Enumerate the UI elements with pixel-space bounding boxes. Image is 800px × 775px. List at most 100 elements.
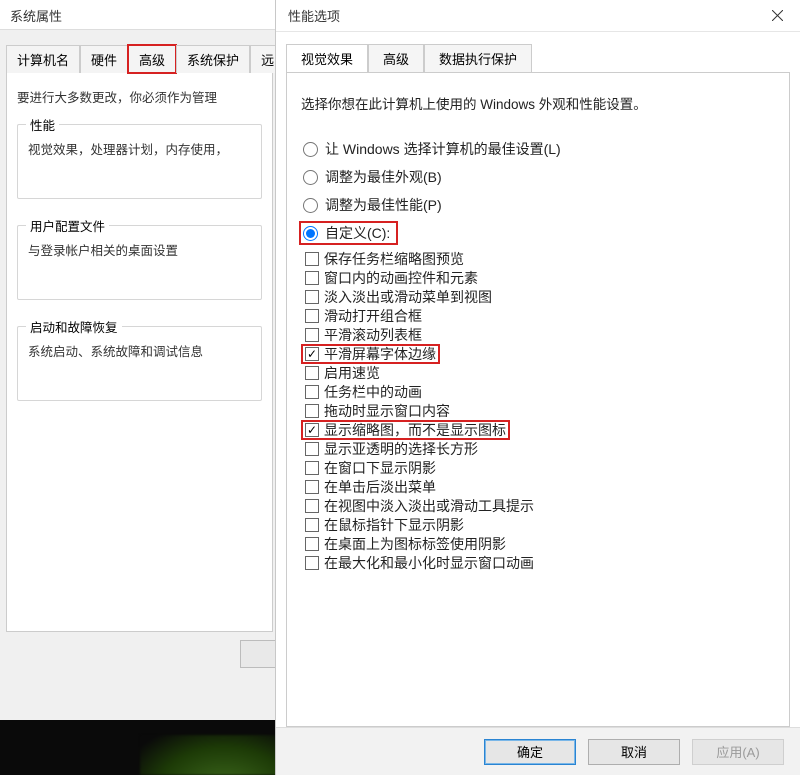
perf-tab[interactable]: 高级 <box>368 44 424 72</box>
checkbox-icon[interactable] <box>305 518 319 532</box>
checkbox-icon[interactable] <box>305 290 319 304</box>
sysprops-title: 系统属性 <box>0 0 279 30</box>
checkbox-icon[interactable] <box>305 309 319 323</box>
perf-radio-label: 调整为最佳性能(P) <box>325 195 442 215</box>
perf-check-label: 在鼠标指针下显示阴影 <box>324 518 464 532</box>
perf-titlebar: 性能选项 <box>276 0 800 32</box>
sysprops-body: 要进行大多数更改，你必须作为管理 性能 视觉效果，处理器计划，内存使用， 用户配… <box>6 72 273 632</box>
checkbox-icon[interactable] <box>305 347 319 361</box>
sysprops-truncated-button[interactable] <box>240 640 280 668</box>
ok-button[interactable]: 确定 <box>484 739 576 765</box>
desktop-background <box>0 720 280 775</box>
perf-check-option[interactable]: 在窗口下显示阴影 <box>303 460 438 476</box>
checkbox-icon[interactable] <box>305 556 319 570</box>
perf-check-option[interactable]: 窗口内的动画控件和元素 <box>303 270 480 286</box>
sysprops-tab[interactable]: 硬件 <box>80 45 128 73</box>
apply-button[interactable]: 应用(A) <box>692 739 784 765</box>
perf-check-label: 窗口内的动画控件和元素 <box>324 271 478 285</box>
sysprops-tab[interactable]: 系统保护 <box>176 45 250 73</box>
sysprops-group-userprofile-legend: 用户配置文件 <box>26 216 109 235</box>
perf-check-option[interactable]: 淡入淡出或滑动菜单到视图 <box>303 289 494 305</box>
checkbox-icon[interactable] <box>305 271 319 285</box>
close-icon <box>772 10 783 21</box>
perf-check-label: 启用速览 <box>324 366 380 380</box>
perf-check-option[interactable]: 任务栏中的动画 <box>303 384 424 400</box>
perf-radio-option[interactable]: 自定义(C): <box>301 223 396 243</box>
system-properties-window: 系统属性 计算机名硬件高级系统保护远 要进行大多数更改，你必须作为管理 性能 视… <box>0 0 280 720</box>
perf-check-label: 任务栏中的动画 <box>324 385 422 399</box>
checkbox-icon[interactable] <box>305 423 319 437</box>
perf-check-option[interactable]: 在单击后淡出菜单 <box>303 479 438 495</box>
perf-check-option[interactable]: 平滑滚动列表框 <box>303 327 424 343</box>
sysprops-group-userprofile: 用户配置文件 与登录帐户相关的桌面设置 <box>17 225 262 300</box>
perf-check-option[interactable]: 拖动时显示窗口内容 <box>303 403 452 419</box>
sysprops-tab[interactable]: 计算机名 <box>6 45 80 73</box>
checkbox-icon[interactable] <box>305 404 319 418</box>
sysprops-group-performance: 性能 视觉效果，处理器计划，内存使用， <box>17 124 262 199</box>
perf-check-option[interactable]: 显示缩略图，而不是显示图标 <box>303 422 508 438</box>
perf-tab[interactable]: 数据执行保护 <box>424 44 532 72</box>
perf-check-label: 平滑滚动列表框 <box>324 328 422 342</box>
checkbox-icon[interactable] <box>305 499 319 513</box>
radio-icon[interactable] <box>303 226 318 241</box>
perf-check-option[interactable]: 在最大化和最小化时显示窗口动画 <box>303 555 536 571</box>
sysprops-group-performance-legend: 性能 <box>26 115 59 134</box>
perf-tab-body: 选择你想在此计算机上使用的 Windows 外观和性能设置。 让 Windows… <box>286 72 790 727</box>
perf-check-label: 在视图中淡入淡出或滑动工具提示 <box>324 499 534 513</box>
perf-check-label: 在单击后淡出菜单 <box>324 480 436 494</box>
perf-check-label: 在窗口下显示阴影 <box>324 461 436 475</box>
close-button[interactable] <box>754 0 800 32</box>
sysprops-hint: 要进行大多数更改，你必须作为管理 <box>17 87 262 106</box>
perf-check-label: 显示亚透明的选择长方形 <box>324 442 478 456</box>
perf-check-label: 淡入淡出或滑动菜单到视图 <box>324 290 492 304</box>
perf-radio-label: 自定义(C): <box>325 223 390 243</box>
perf-check-option[interactable]: 保存任务栏缩略图预览 <box>303 251 466 267</box>
perf-tabstrip: 视觉效果高级数据执行保护 <box>286 44 790 72</box>
perf-check-option[interactable]: 在桌面上为图标标签使用阴影 <box>303 536 508 552</box>
perf-check-label: 滑动打开组合框 <box>324 309 422 323</box>
perf-check-label: 显示缩略图，而不是显示图标 <box>324 423 506 437</box>
sysprops-group-startup: 启动和故障恢复 系统启动、系统故障和调试信息 <box>17 326 262 401</box>
perf-check-option[interactable]: 滑动打开组合框 <box>303 308 424 324</box>
perf-check-label: 在桌面上为图标标签使用阴影 <box>324 537 506 551</box>
perf-check-option[interactable]: 在鼠标指针下显示阴影 <box>303 517 466 533</box>
sysprops-tab[interactable]: 高级 <box>128 45 176 73</box>
perf-radio-option[interactable]: 调整为最佳外观(B) <box>301 167 775 187</box>
checkbox-icon[interactable] <box>305 328 319 342</box>
desktop-wallpaper-fragment <box>140 735 280 775</box>
perf-radio-label: 让 Windows 选择计算机的最佳设置(L) <box>325 139 561 159</box>
cancel-button[interactable]: 取消 <box>588 739 680 765</box>
perf-check-label: 在最大化和最小化时显示窗口动画 <box>324 556 534 570</box>
perf-radio-option[interactable]: 调整为最佳性能(P) <box>301 195 775 215</box>
radio-icon[interactable] <box>303 142 318 157</box>
checkbox-icon[interactable] <box>305 537 319 551</box>
checkbox-icon[interactable] <box>305 252 319 266</box>
sysprops-group-userprofile-line: 与登录帐户相关的桌面设置 <box>28 240 251 259</box>
perf-radio-label: 调整为最佳外观(B) <box>325 167 442 187</box>
checkbox-icon[interactable] <box>305 366 319 380</box>
perf-check-option[interactable]: 在视图中淡入淡出或滑动工具提示 <box>303 498 536 514</box>
perf-check-label: 拖动时显示窗口内容 <box>324 404 450 418</box>
sysprops-group-performance-line: 视觉效果，处理器计划，内存使用， <box>28 139 251 158</box>
performance-options-window: 性能选项 视觉效果高级数据执行保护 选择你想在此计算机上使用的 Windows … <box>275 0 800 775</box>
sysprops-tabstrip: 计算机名硬件高级系统保护远 <box>6 44 273 72</box>
checkbox-icon[interactable] <box>305 385 319 399</box>
perf-check-label: 平滑屏幕字体边缘 <box>324 347 436 361</box>
radio-icon[interactable] <box>303 198 318 213</box>
perf-button-bar: 确定 取消 应用(A) <box>276 727 800 775</box>
perf-check-label: 保存任务栏缩略图预览 <box>324 252 464 266</box>
perf-radiogroup: 让 Windows 选择计算机的最佳设置(L) 调整为最佳外观(B) 调整为最佳性能… <box>301 139 775 243</box>
checkbox-icon[interactable] <box>305 461 319 475</box>
perf-check-option[interactable]: 启用速览 <box>303 365 382 381</box>
checkbox-icon[interactable] <box>305 442 319 456</box>
sysprops-group-startup-legend: 启动和故障恢复 <box>26 317 122 336</box>
perf-check-option[interactable]: 平滑屏幕字体边缘 <box>303 346 438 362</box>
radio-icon[interactable] <box>303 170 318 185</box>
perf-radio-option[interactable]: 让 Windows 选择计算机的最佳设置(L) <box>301 139 775 159</box>
perf-hint: 选择你想在此计算机上使用的 Windows 外观和性能设置。 <box>301 93 775 113</box>
checkbox-icon[interactable] <box>305 480 319 494</box>
perf-tab[interactable]: 视觉效果 <box>286 44 368 72</box>
perf-title: 性能选项 <box>288 6 340 25</box>
perf-checklist: 保存任务栏缩略图预览窗口内的动画控件和元素淡入淡出或滑动菜单到视图滑动打开组合框… <box>303 251 775 571</box>
perf-check-option[interactable]: 显示亚透明的选择长方形 <box>303 441 480 457</box>
